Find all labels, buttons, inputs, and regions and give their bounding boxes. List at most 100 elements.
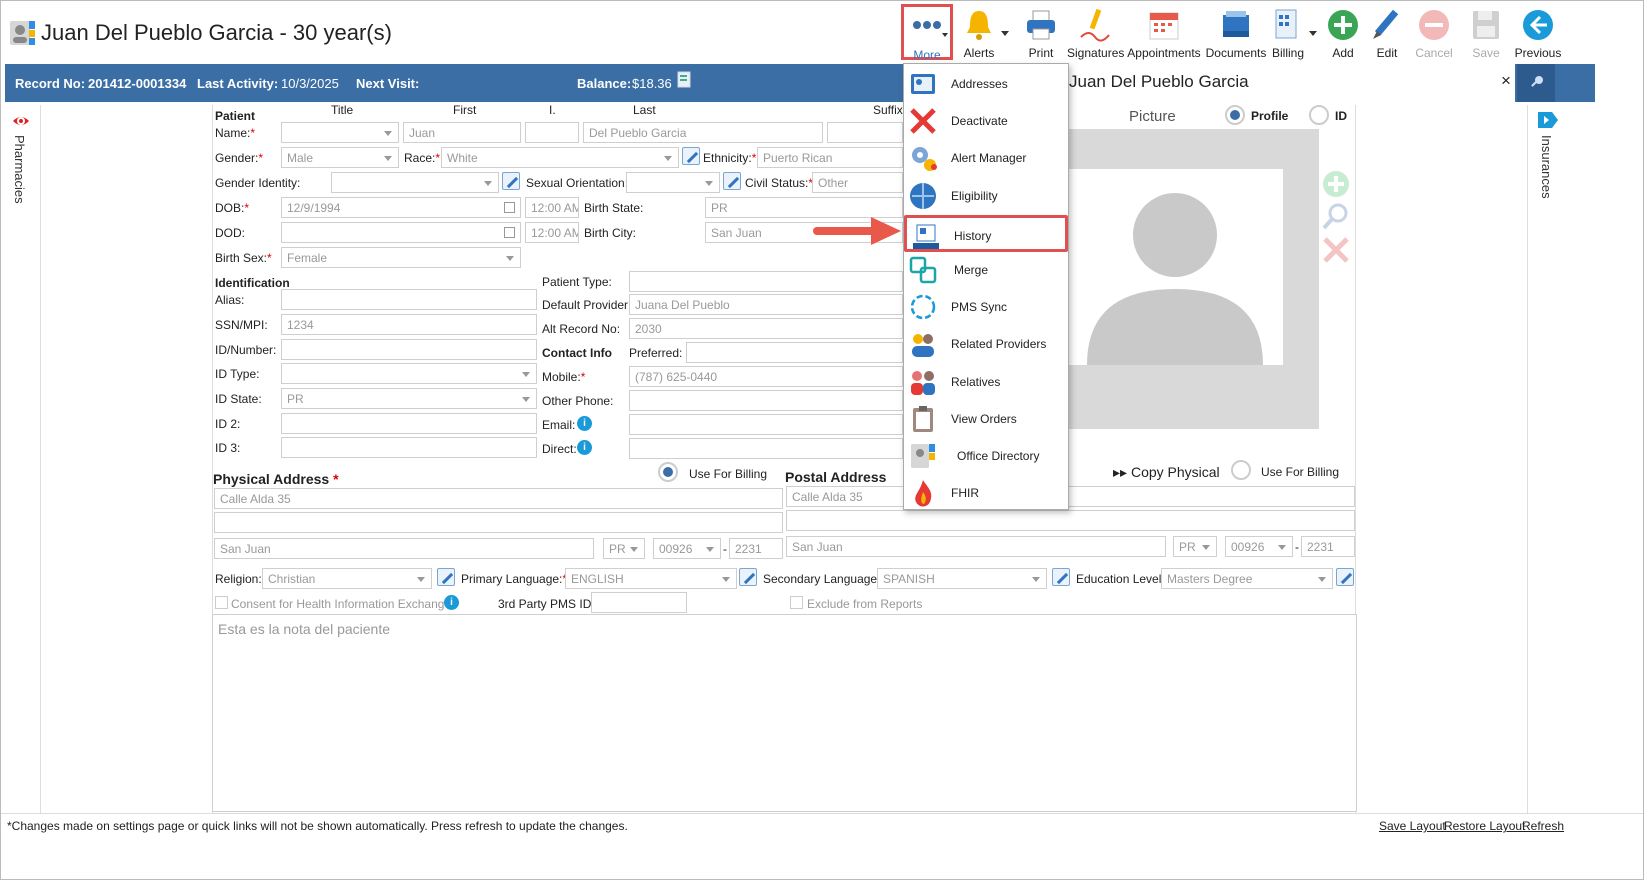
postal-zip-input[interactable]: 00926 <box>1225 536 1293 557</box>
dod-date-input[interactable] <box>281 222 521 243</box>
title-select[interactable] <box>281 122 399 143</box>
delete-photo-icon[interactable] <box>1321 235 1351 265</box>
physical-zip4-input[interactable]: 2231 <box>729 538 783 559</box>
pharmacies-tab[interactable]: Pharmacies <box>12 135 27 204</box>
initial-input[interactable] <box>525 122 579 143</box>
insurance-tag-icon[interactable] <box>1537 111 1559 129</box>
pms-id-input[interactable] <box>591 592 687 613</box>
email-input[interactable] <box>629 414 903 435</box>
gender-select[interactable]: Male <box>281 147 399 168</box>
patient-type-select[interactable] <box>629 271 903 292</box>
postal-line2-input[interactable] <box>786 510 1355 531</box>
last-name-input[interactable]: Del Pueblo Garcia <box>583 122 823 143</box>
appointments-button[interactable]: Appointments <box>1127 5 1201 61</box>
billing-button[interactable]: Billing <box>1269 5 1317 61</box>
menu-item-related-providers[interactable]: Related Providers <box>904 326 1068 363</box>
alerts-chevron-icon[interactable] <box>1001 31 1009 36</box>
religion-edit-pencil-icon[interactable] <box>437 568 455 586</box>
dob-time-input[interactable]: 12:00 AM <box>525 197 579 218</box>
civil-status-select[interactable]: Other <box>812 172 903 193</box>
race-select[interactable]: White <box>441 147 679 168</box>
menu-item-history[interactable]: History <box>904 214 1068 252</box>
mobile-input[interactable]: (787) 625-0440 <box>629 366 903 387</box>
menu-item-addresses[interactable]: Addresses <box>904 66 1068 103</box>
copy-physical-button[interactable]: ▸▸ Copy Physical <box>1113 464 1220 481</box>
postal-city-input[interactable]: San Juan <box>786 536 1166 557</box>
id-state-select[interactable]: PR <box>281 388 537 409</box>
physical-zip-input[interactable]: 00926 <box>653 538 721 559</box>
other-phone-input[interactable] <box>629 390 903 411</box>
pharmacy-eye-icon[interactable] <box>11 111 31 131</box>
more-button[interactable]: More <box>901 4 953 62</box>
menu-item-fhir[interactable]: FHIR <box>904 475 1068 512</box>
direct-info-icon[interactable]: i <box>577 440 592 455</box>
print-button[interactable]: Print <box>1022 5 1060 61</box>
education-level-edit-pencil-icon[interactable] <box>1336 568 1354 586</box>
save-button[interactable]: Save <box>1470 5 1502 61</box>
menu-item-pms-sync[interactable]: PMS Sync <box>904 289 1068 326</box>
id-radio[interactable] <box>1309 105 1329 125</box>
exclude-reports-checkbox[interactable] <box>790 596 803 609</box>
gender-identity-select[interactable] <box>331 172 499 193</box>
patient-note-textarea[interactable]: Esta es la nota del paciente <box>212 614 1357 812</box>
previous-button[interactable]: Previous <box>1513 5 1563 61</box>
secondary-language-select[interactable]: SPANISH <box>877 568 1047 589</box>
dob-date-input[interactable]: 12/9/1994 <box>281 197 521 218</box>
zoom-photo-icon[interactable] <box>1321 202 1351 232</box>
menu-item-deactivate[interactable]: Deactivate <box>904 103 1068 140</box>
menu-item-merge[interactable]: Merge <box>904 252 1068 289</box>
menu-item-view-orders[interactable]: View Orders <box>904 401 1068 438</box>
race-edit-pencil-icon[interactable] <box>682 147 700 165</box>
physical-line1-input[interactable]: Calle Alda 35 <box>214 488 783 509</box>
physical-use-billing-radio[interactable] <box>658 462 678 482</box>
id2-input[interactable] <box>281 413 537 434</box>
direct-input[interactable] <box>629 438 903 459</box>
consent-checkbox[interactable] <box>215 596 228 609</box>
gender-identity-edit-pencil-icon[interactable] <box>502 172 520 190</box>
sexual-orientation-select[interactable] <box>626 172 720 193</box>
add-photo-icon[interactable] <box>1321 169 1351 199</box>
postal-line1-input[interactable]: Calle Alda 35 <box>786 486 1355 507</box>
menu-item-office-directory[interactable]: Office Directory <box>904 438 1068 475</box>
postal-use-billing-radio[interactable] <box>1231 460 1251 480</box>
ethnicity-input[interactable]: Puerto Rican <box>757 147 903 168</box>
preferred-select[interactable] <box>686 342 903 363</box>
id-type-select[interactable] <box>281 363 537 384</box>
postal-state-select[interactable]: PR <box>1173 536 1217 557</box>
add-button[interactable]: Add <box>1327 5 1359 61</box>
documents-button[interactable]: Documents <box>1205 5 1267 61</box>
profile-radio[interactable] <box>1225 105 1245 125</box>
ssn-input[interactable]: 1234 <box>281 314 537 335</box>
edit-button[interactable]: Edit <box>1371 5 1403 61</box>
alias-input[interactable] <box>281 289 537 310</box>
alerts-button[interactable]: Alerts <box>959 5 1009 61</box>
insurances-tab[interactable]: Insurances <box>1539 135 1554 199</box>
menu-item-eligibility[interactable]: Eligibility <box>904 178 1068 215</box>
signatures-button[interactable]: Signatures <box>1067 5 1124 61</box>
pin-button[interactable] <box>1517 64 1555 102</box>
balance-document-icon[interactable] <box>677 71 693 89</box>
menu-item-relatives[interactable]: Relatives <box>904 364 1068 401</box>
birth-sex-select[interactable]: Female <box>281 247 521 268</box>
physical-line2-input[interactable] <box>214 512 783 533</box>
close-icon[interactable]: × <box>1501 71 1511 91</box>
primary-language-edit-pencil-icon[interactable] <box>739 568 757 586</box>
first-name-input[interactable]: Juan <box>403 122 521 143</box>
save-layout-link[interactable]: Save Layout <box>1379 819 1446 833</box>
postal-zip4-input[interactable]: 2231 <box>1301 536 1355 557</box>
menu-item-alert-manager[interactable]: Alert Manager <box>904 140 1068 177</box>
email-info-icon[interactable]: i <box>577 416 592 431</box>
secondary-language-edit-pencil-icon[interactable] <box>1052 568 1070 586</box>
education-level-select[interactable]: Masters Degree <box>1161 568 1333 589</box>
default-provider-select[interactable]: Juana Del Pueblo <box>629 294 903 315</box>
sexual-orientation-edit-pencil-icon[interactable] <box>723 172 741 190</box>
cancel-button[interactable]: Cancel <box>1414 5 1454 61</box>
physical-city-input[interactable]: San Juan <box>214 538 594 559</box>
physical-state-select[interactable]: PR <box>603 538 645 559</box>
primary-language-select[interactable]: ENGLISH <box>565 568 737 589</box>
refresh-link[interactable]: Refresh <box>1522 819 1564 833</box>
restore-layout-link[interactable]: Restore Layout <box>1444 819 1525 833</box>
suffix-input[interactable] <box>827 122 903 143</box>
id-number-input[interactable] <box>281 339 537 360</box>
dod-time-input[interactable]: 12:00 AM <box>525 222 579 243</box>
